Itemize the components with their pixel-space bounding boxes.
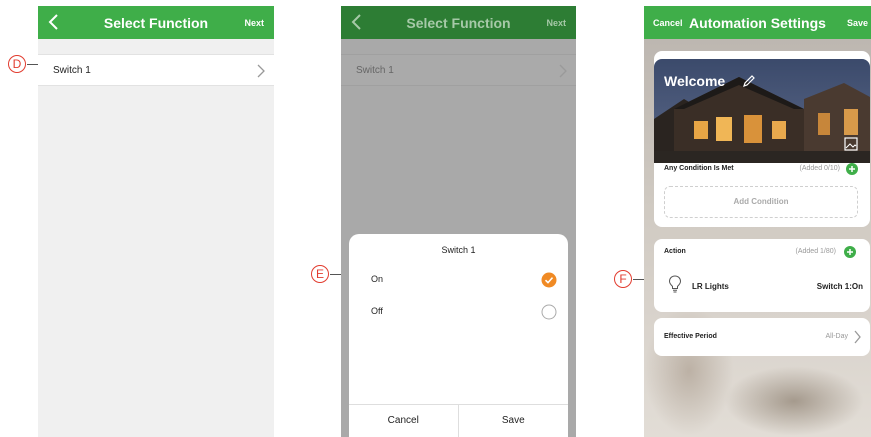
chevron-right-icon (854, 330, 861, 344)
effective-period-row[interactable]: Effective Period All-Day (654, 318, 870, 356)
callout-d: D (8, 55, 26, 73)
automation-name: Welcome (664, 73, 726, 89)
function-item-label: Switch 1 (356, 65, 394, 76)
lightbulb-icon (668, 275, 682, 293)
sheet-buttons: Cancel Save (349, 404, 568, 437)
option-label: Off (371, 306, 383, 316)
select-function-screen: Select Function Next Switch 1 (38, 6, 274, 437)
page-title: Select Function (103, 15, 209, 31)
cover-photo[interactable]: Welcome (654, 59, 870, 163)
condition-card: Welcome Any Condition Is Met (Added 0/10… (654, 51, 870, 227)
option-label: On (371, 274, 384, 284)
chevron-right-icon (559, 64, 567, 78)
check-circle-icon (541, 272, 557, 288)
function-item-switch-1[interactable]: Switch 1 (38, 54, 274, 86)
plus-circle-icon[interactable] (846, 163, 858, 175)
cancel-button[interactable]: Cancel (349, 405, 459, 437)
sheet-title: Switch 1 (441, 245, 476, 255)
callout-e: E (311, 265, 329, 283)
image-icon[interactable] (844, 137, 858, 151)
action-count: (Added 1/80) (795, 248, 836, 255)
next-button[interactable]: Next (244, 18, 264, 28)
option-on[interactable]: On (349, 270, 568, 290)
header-bar: Cancel Automation Settings Save (644, 6, 871, 39)
page-title: Select Function (406, 15, 511, 31)
save-button[interactable]: Save (459, 405, 569, 437)
function-item-label: Switch 1 (53, 65, 91, 76)
select-function-sheet-screen: Select Function Next Switch 1 Switch 1 O… (341, 6, 576, 437)
action-title: Action (664, 248, 686, 255)
empty-circle-icon (541, 304, 557, 320)
pencil-icon[interactable] (742, 74, 756, 88)
action-device-state[interactable]: Switch 1:On (817, 282, 863, 291)
next-button[interactable]: Next (546, 18, 566, 28)
chevron-right-icon (257, 64, 265, 78)
header-bar: Select Function Next (341, 6, 576, 39)
effective-period-label: Effective Period (664, 333, 717, 340)
save-button[interactable]: Save (847, 18, 868, 28)
option-off[interactable]: Off (349, 302, 568, 322)
effective-period-value: All-Day (825, 333, 848, 340)
condition-count: (Added 0/10) (799, 165, 840, 172)
page-title: Automation Settings (689, 15, 826, 31)
action-device-name[interactable]: LR Lights (692, 282, 729, 291)
automation-settings-screen: Cancel Automation Settings Save Welcome … (644, 6, 871, 437)
function-item-switch-1[interactable]: Switch 1 (341, 54, 576, 86)
header-bar: Select Function Next (38, 6, 274, 39)
add-condition-button[interactable]: Add Condition (664, 186, 858, 218)
callout-f: F (614, 270, 632, 288)
action-card: Action (Added 1/80) LR Lights Switch 1:O… (654, 239, 870, 312)
condition-title: Any Condition Is Met (664, 165, 734, 172)
plus-circle-icon[interactable] (844, 246, 856, 258)
switch-option-sheet: Switch 1 On Off Cancel Save (349, 234, 568, 437)
